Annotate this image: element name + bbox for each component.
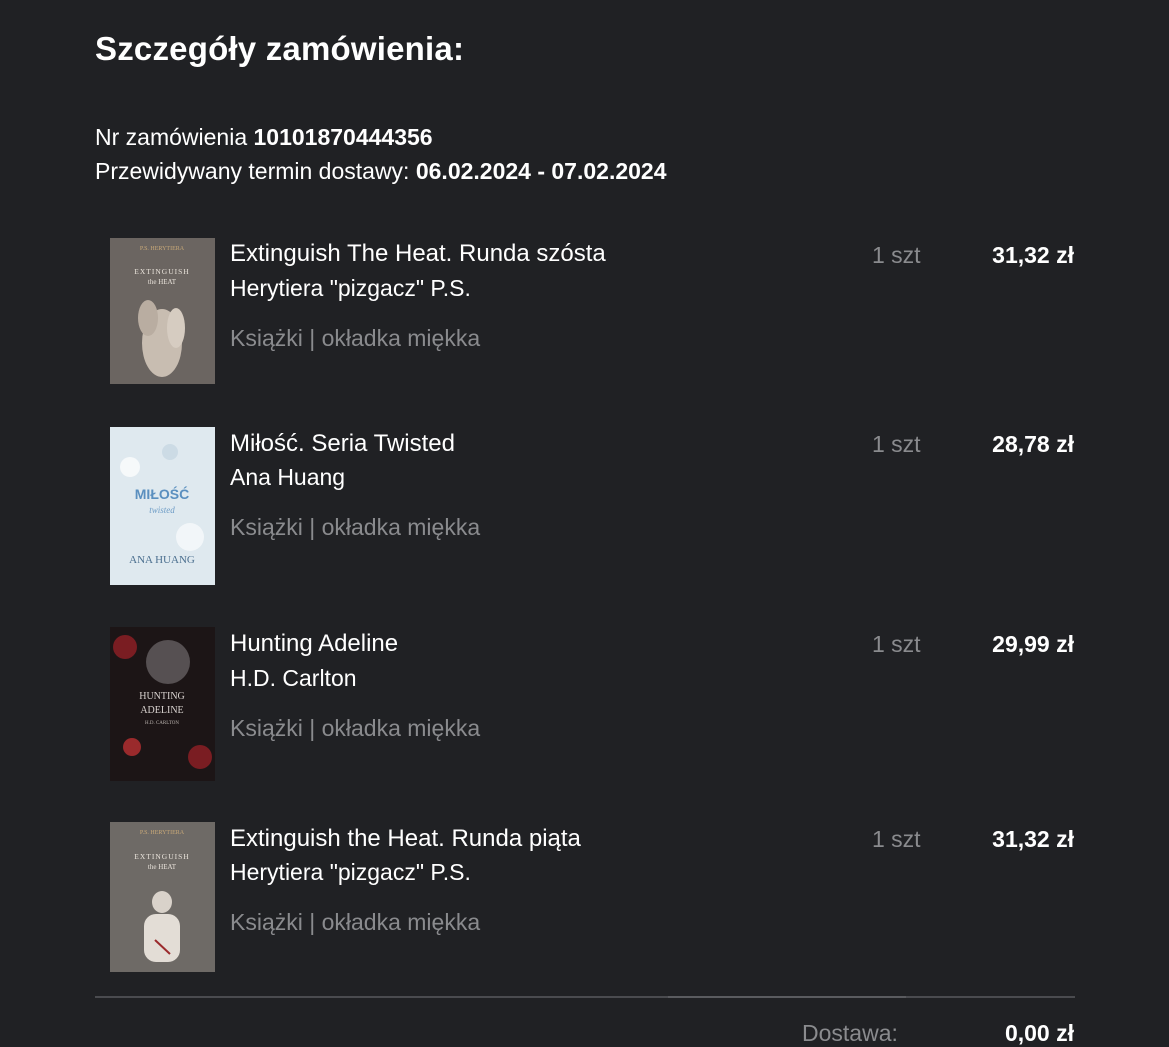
order-number-value: 10101870444356 (253, 124, 433, 150)
svg-text:H.D. CARLTON: H.D. CARLTON (145, 721, 179, 726)
product-quantity: 1 szt (872, 826, 921, 852)
product-author: Herytiera "pizgacz" P.S. (230, 275, 471, 301)
svg-text:twisted: twisted (149, 505, 175, 515)
svg-text:EXTINGUISH: EXTINGUISH (134, 267, 189, 276)
order-number-label: Nr zamówienia (95, 124, 248, 150)
svg-text:ANA HUANG: ANA HUANG (129, 554, 195, 566)
page-title: Szczegóły zamówienia: (95, 30, 465, 67)
product-variant: Książki | okładka miękka (230, 715, 481, 741)
product-quantity: 1 szt (872, 431, 921, 457)
order-number-row: Nr zamówienia 10101870444356 (95, 124, 433, 151)
product-author: Herytiera "pizgacz" P.S. (230, 859, 471, 885)
product-quantity: 1 szt (872, 631, 921, 657)
svg-text:P.S. HERYTIERA: P.S. HERYTIERA (140, 246, 185, 252)
product-name[interactable]: Miłość. Seria Twisted (230, 430, 455, 458)
product-price: 31,32 zł (992, 242, 1074, 268)
product-quantity: 1 szt (872, 242, 921, 268)
product-name[interactable]: Extinguish The Heat. Runda szósta (230, 240, 606, 268)
book-cover-image[interactable]: P.S. HERYTIERA EXTINGUISH the HEAT (110, 822, 215, 972)
product-author: H.D. Carlton (230, 665, 357, 691)
svg-text:EXTINGUISH: EXTINGUISH (134, 852, 189, 861)
product-variant: Książki | okładka miękka (230, 514, 481, 540)
product-author: Ana Huang (230, 464, 346, 490)
summary-divider-accent (668, 996, 906, 998)
delivery-date-label: Przewidywany termin dostawy: (95, 158, 410, 184)
book-cover-image[interactable]: MIŁOŚĆ twisted ANA HUANG (110, 427, 215, 585)
product-name[interactable]: Extinguish the Heat. Runda piąta (230, 825, 581, 853)
book-cover-image[interactable]: HUNTING ADELINE H.D. CARLTON (110, 627, 215, 781)
book-cover-image[interactable]: P.S. HERYTIERA EXTINGUISH the HEAT (110, 238, 215, 384)
svg-text:ADELINE: ADELINE (140, 705, 183, 716)
product-price: 28,78 zł (992, 431, 1074, 457)
shipping-label: Dostawa: (802, 1020, 898, 1046)
product-variant: Książki | okładka miękka (230, 909, 481, 935)
svg-text:the HEAT: the HEAT (148, 863, 177, 871)
svg-text:MIŁOŚĆ: MIŁOŚĆ (135, 485, 189, 502)
product-variant: Książki | okładka miękka (230, 325, 481, 351)
product-price: 29,99 zł (992, 631, 1074, 657)
shipping-value: 0,00 zł (1004, 1020, 1074, 1046)
delivery-date-value: 06.02.2024 - 07.02.2024 (415, 158, 667, 184)
delivery-date-row: Przewidywany termin dostawy: 06.02.2024 … (95, 158, 667, 185)
svg-text:the HEAT: the HEAT (148, 278, 177, 286)
product-price: 31,32 zł (992, 826, 1074, 852)
summary-divider (95, 996, 1075, 998)
svg-text:HUNTING: HUNTING (139, 691, 185, 702)
svg-text:P.S. HERYTIERA: P.S. HERYTIERA (140, 830, 185, 836)
product-name[interactable]: Hunting Adeline (230, 630, 398, 658)
